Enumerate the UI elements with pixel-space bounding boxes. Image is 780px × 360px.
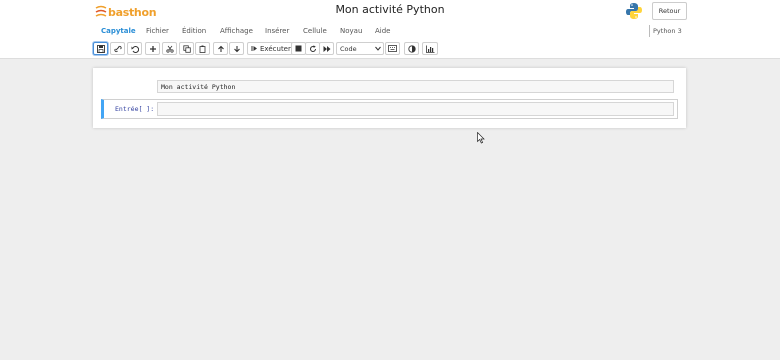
code-input[interactable] (157, 102, 674, 116)
run-icon (251, 46, 257, 51)
undo-button[interactable] (127, 42, 142, 55)
toolbar: Exécuter Code (0, 40, 780, 59)
move-up-button[interactable] (213, 42, 228, 55)
restart-button[interactable] (305, 42, 320, 55)
top-header: bas thon Mon activité Python Retour (0, 0, 780, 23)
plus-icon (149, 45, 156, 52)
chevron-down-icon (375, 46, 381, 51)
link-button[interactable] (110, 42, 125, 55)
arrow-up-icon (217, 45, 224, 52)
restart-run-all-button[interactable] (319, 42, 334, 55)
menu-cellule[interactable]: Cellule (303, 27, 327, 35)
contrast-icon (407, 44, 416, 53)
markdown-cell[interactable]: Mon activité Python (157, 80, 674, 93)
code-cell[interactable]: Entrée[ ]: (101, 99, 678, 119)
move-down-button[interactable] (229, 42, 244, 55)
kernel-indicator: Python 3 (649, 25, 682, 37)
copy-icon (182, 44, 191, 53)
paste-button[interactable] (195, 42, 210, 55)
mouse-cursor-icon (477, 132, 485, 144)
menu-aide[interactable]: Aide (375, 27, 390, 35)
menu-bar: Capytale Fichier Édition Affichage Insér… (0, 23, 780, 40)
keyboard-button[interactable] (385, 42, 400, 55)
python-icon (626, 3, 642, 19)
chart-icon (425, 45, 434, 53)
stop-button[interactable] (291, 42, 306, 55)
save-button[interactable] (93, 42, 108, 55)
menu-noyau[interactable]: Noyau (340, 27, 362, 35)
input-prompt: Entrée[ ]: (115, 105, 155, 113)
run-button[interactable]: Exécuter (247, 42, 293, 55)
chart-button[interactable] (422, 42, 438, 55)
back-button[interactable]: Retour (652, 2, 687, 20)
paste-icon (199, 45, 205, 53)
cell-type-select[interactable]: Code (336, 42, 384, 55)
keyboard-icon (388, 45, 397, 52)
notebook-container: Mon activité Python Entrée[ ]: (93, 68, 686, 128)
cell-type-value: Code (340, 44, 357, 53)
stop-icon (295, 45, 302, 52)
menu-inserer[interactable]: Insérer (265, 27, 289, 35)
cut-button[interactable] (162, 42, 177, 55)
menu-fichier[interactable]: Fichier (146, 27, 169, 35)
copy-button[interactable] (179, 42, 194, 55)
fast-forward-icon (323, 45, 330, 52)
cut-icon (165, 45, 174, 53)
menu-capytale[interactable]: Capytale (101, 27, 136, 35)
link-icon (113, 45, 122, 52)
theme-button[interactable] (404, 42, 419, 55)
save-icon (96, 44, 105, 53)
restart-icon (309, 44, 316, 52)
menu-edition[interactable]: Édition (182, 27, 206, 35)
arrow-down-icon (233, 45, 240, 52)
run-label: Exécuter (260, 44, 291, 53)
add-cell-button[interactable] (145, 42, 160, 55)
undo-icon (131, 45, 139, 53)
menu-affichage[interactable]: Affichage (220, 27, 253, 35)
